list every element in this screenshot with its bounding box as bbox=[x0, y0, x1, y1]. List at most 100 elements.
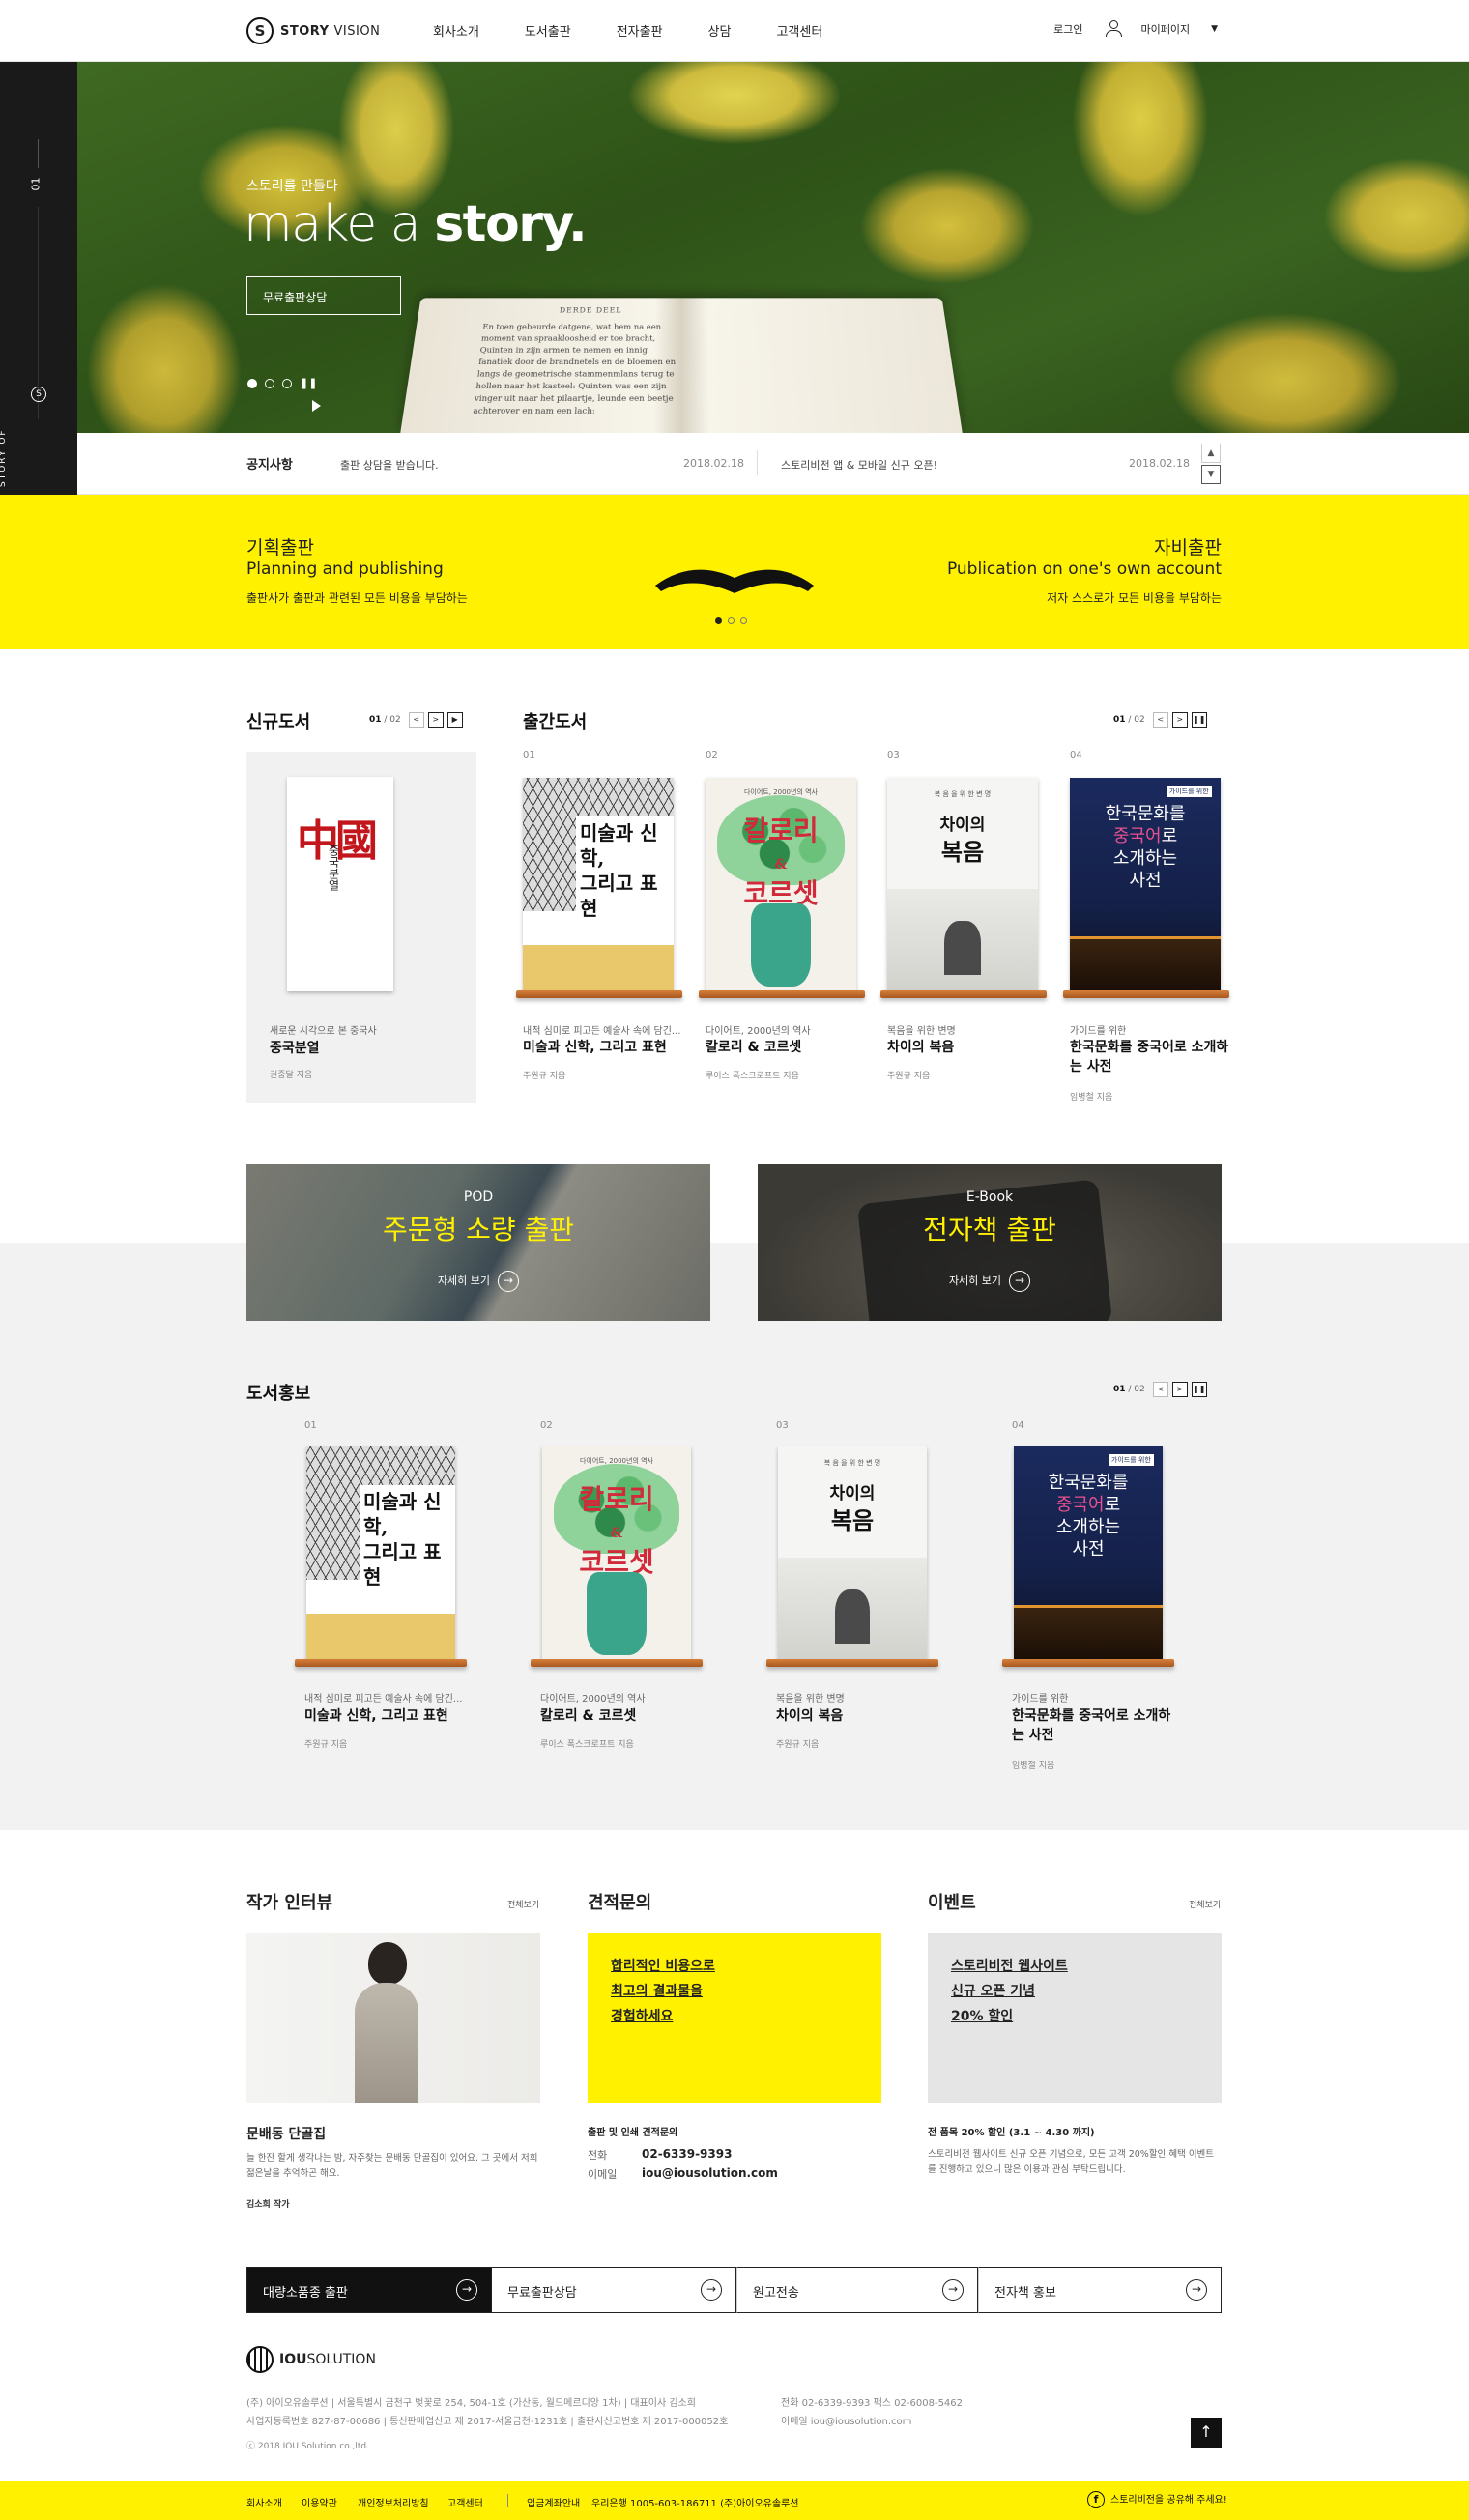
ebook-banner[interactable]: E-Book 전자책 출판 자세히 보기 → bbox=[758, 1164, 1222, 1321]
next-button[interactable]: > bbox=[1172, 712, 1188, 728]
prev-button[interactable]: < bbox=[409, 712, 424, 728]
share-link[interactable]: f 스토리비전을 공유해 주세요! bbox=[1087, 2491, 1227, 2508]
share-label: 스토리비전을 공유해 주세요! bbox=[1110, 2495, 1227, 2506]
quick-link-manuscript[interactable]: 원고전송 → bbox=[736, 2267, 978, 2313]
quick-link-bulk-publish[interactable]: 대량소품종 출판 → bbox=[246, 2267, 492, 2313]
email-address[interactable]: iou@iousolution.com bbox=[642, 2166, 778, 2180]
book-author: 권중달 지음 bbox=[270, 1068, 312, 1080]
nav-item-consult[interactable]: 상담 bbox=[708, 21, 732, 40]
cover-title: 중국어 bbox=[1113, 826, 1162, 846]
nav-item-books[interactable]: 도서출판 bbox=[525, 21, 571, 40]
footer-link-support[interactable]: 고객센터 bbox=[447, 2495, 483, 2509]
quick-link-label: 전자책 홍보 bbox=[994, 2286, 1056, 2301]
cover-title: 한국문화를 bbox=[1106, 804, 1186, 824]
book-cover[interactable]: 다이어트, 2000년의 역사 칼로리 & 코르셋 bbox=[706, 778, 856, 992]
scroll-top-button[interactable]: ↑ bbox=[1191, 2418, 1222, 2448]
mypage-link[interactable]: 마이페이지 bbox=[1140, 21, 1190, 37]
book-author: 임병철 지음 bbox=[1012, 1759, 1054, 1771]
book-author: 임병철 지음 bbox=[1070, 1090, 1112, 1102]
next-button[interactable]: > bbox=[428, 712, 444, 728]
book-title[interactable]: 미술과 신학, 그리고 표현 bbox=[523, 1038, 716, 1057]
book-cover[interactable]: 다이어트, 2000년의 역사 칼로리 & 코르셋 bbox=[542, 1446, 691, 1661]
footer-link-privacy[interactable]: 개인정보처리방침 bbox=[358, 2495, 429, 2509]
book-cover[interactable]: 복 음 을 위 한 변 명 차이의 복음 bbox=[778, 1446, 927, 1661]
book-cover[interactable]: 미술과 신학, 그리고 표현 bbox=[523, 778, 674, 992]
book-desc: 내적 심미로 피고든 예술사 속에 담긴... bbox=[304, 1690, 507, 1704]
user-icon[interactable] bbox=[1106, 20, 1121, 37]
free-consult-button[interactable]: 무료출판상담 bbox=[246, 276, 401, 315]
book-desc: 가이드를 위한 bbox=[1012, 1690, 1215, 1704]
book-title[interactable]: 차이의 복음 bbox=[887, 1038, 1080, 1057]
arrow-right-icon: → bbox=[456, 2279, 477, 2301]
book-cover[interactable]: 가이드를 위한 한국문화를 중국어로 소개하는 사전 bbox=[1014, 1446, 1163, 1661]
interview-name[interactable]: 문배동 단골집 bbox=[246, 2124, 326, 2143]
slide-dot[interactable] bbox=[265, 379, 274, 388]
quick-link-ebook-promo[interactable]: 전자책 홍보 → bbox=[978, 2267, 1222, 2313]
event-line: 20% 할인 bbox=[951, 2004, 1198, 2029]
pod-banner[interactable]: POD 주문형 소량 출판 자세히 보기 → bbox=[246, 1164, 710, 1321]
book-cover: 中國 중국분열 bbox=[287, 777, 393, 991]
book-author: 주원규 지음 bbox=[523, 1069, 565, 1081]
book-number: 04 bbox=[1012, 1420, 1024, 1431]
estimate-box[interactable]: 합리적인 비용으로 최고의 결과물을 경험하세요 bbox=[588, 1933, 881, 2103]
play-icon[interactable] bbox=[312, 400, 321, 412]
book-cover[interactable]: 가이드를 위한 한국문화를 중국어로 소개하는 사전 bbox=[1070, 778, 1221, 992]
nav-item-support[interactable]: 고객센터 bbox=[776, 21, 822, 40]
next-button[interactable]: > bbox=[1172, 1382, 1188, 1397]
view-all-link[interactable]: 전체보기 bbox=[507, 1898, 539, 1910]
book-title[interactable]: 차이의 복음 bbox=[776, 1706, 969, 1726]
more-link[interactable]: 자세히 보기 → bbox=[758, 1271, 1222, 1292]
book-title[interactable]: 중국분열 bbox=[270, 1039, 463, 1058]
more-link[interactable]: 자세히 보기 → bbox=[246, 1271, 710, 1292]
chevron-down-icon[interactable]: ▼ bbox=[1211, 24, 1218, 34]
view-all-link[interactable]: 전체보기 bbox=[1189, 1898, 1221, 1910]
pause-button[interactable]: ❚❚ bbox=[1192, 712, 1207, 728]
footer-link-company[interactable]: 회사소개 bbox=[246, 2495, 282, 2509]
event-box[interactable]: 스토리비전 웹사이트 신규 오픈 기념 20% 할인 bbox=[928, 1933, 1222, 2103]
phone-label: 전화 bbox=[588, 2147, 607, 2162]
slide-dot[interactable] bbox=[247, 379, 257, 388]
cover-title: 그리고 표현 bbox=[580, 872, 658, 920]
arrow-right-icon: → bbox=[1009, 1271, 1030, 1292]
quick-link-free-consult[interactable]: 무료출판상담 → bbox=[492, 2267, 736, 2313]
book-title[interactable]: 한국문화를 중국어로 소개하는 사전 bbox=[1012, 1706, 1171, 1745]
book-cover[interactable]: 복 음 을 위 한 변 명 차이의 복음 bbox=[887, 778, 1038, 992]
nav-item-company[interactable]: 회사소개 bbox=[433, 21, 479, 40]
promo-dot[interactable] bbox=[728, 617, 734, 624]
company-info: (주) 아이오유솔루션 | 서울특별시 금천구 벚꽃로 254, 504-1호 … bbox=[246, 2394, 696, 2409]
book-title[interactable]: 칼로리 & 코르셋 bbox=[706, 1038, 899, 1057]
promo-books-title: 도서홍보 bbox=[246, 1380, 310, 1405]
pause-icon[interactable]: ❚❚ bbox=[300, 377, 317, 389]
slide-dot[interactable] bbox=[282, 379, 292, 388]
prev-button[interactable]: < bbox=[1153, 712, 1168, 728]
nav-item-ebooks[interactable]: 전자출판 bbox=[617, 21, 663, 40]
notice-up-button[interactable]: ▲ bbox=[1201, 444, 1221, 463]
footer-link-terms[interactable]: 이용약관 bbox=[302, 2495, 337, 2509]
book-shelf bbox=[516, 990, 682, 998]
notice-item[interactable]: 스토리비전 앱 & 모바일 신규 오픈! bbox=[781, 457, 937, 472]
quick-link-label: 대량소품종 출판 bbox=[263, 2286, 348, 2301]
new-book-card[interactable]: 中國 중국분열 새로운 시각으로 본 중국사 중국분열 권중달 지음 bbox=[246, 752, 476, 1103]
book-title[interactable]: 미술과 신학, 그리고 표현 bbox=[304, 1706, 498, 1726]
pause-button[interactable]: ❚❚ bbox=[1192, 1382, 1207, 1397]
book-title[interactable]: 칼로리 & 코르셋 bbox=[540, 1706, 734, 1726]
cover-amp: & bbox=[775, 857, 788, 873]
prev-button[interactable]: < bbox=[1153, 1382, 1168, 1397]
event-line: 신규 오픈 기념 bbox=[951, 1979, 1198, 2004]
play-button[interactable]: ▶ bbox=[447, 712, 463, 728]
book-desc: 다이어트, 2000년의 역사 bbox=[706, 1022, 908, 1037]
cover-title: 소개하는 bbox=[1113, 848, 1177, 869]
footer-link-account[interactable]: 입금계좌안내 bbox=[527, 2495, 580, 2509]
logo[interactable]: S STORY VISION bbox=[246, 17, 380, 44]
promo-dot[interactable] bbox=[740, 617, 747, 624]
notice-down-button[interactable]: ▼ bbox=[1201, 465, 1221, 484]
promo-left-desc: 출판사가 출판과 관련된 모든 비용을 부담하는 bbox=[246, 589, 468, 606]
book-number: 04 bbox=[1070, 750, 1082, 760]
cover-title: 소개하는 bbox=[1056, 1517, 1120, 1537]
notice-item[interactable]: 출판 상담을 받습니다. bbox=[340, 457, 439, 472]
book-title[interactable]: 한국문화를 중국어로 소개하는 사전 bbox=[1070, 1038, 1229, 1076]
promo-dot[interactable] bbox=[715, 617, 722, 624]
book-cover[interactable]: 미술과 신학, 그리고 표현 bbox=[306, 1446, 455, 1661]
interview-image[interactable] bbox=[246, 1933, 540, 2103]
login-link[interactable]: 로그인 bbox=[1053, 21, 1082, 37]
